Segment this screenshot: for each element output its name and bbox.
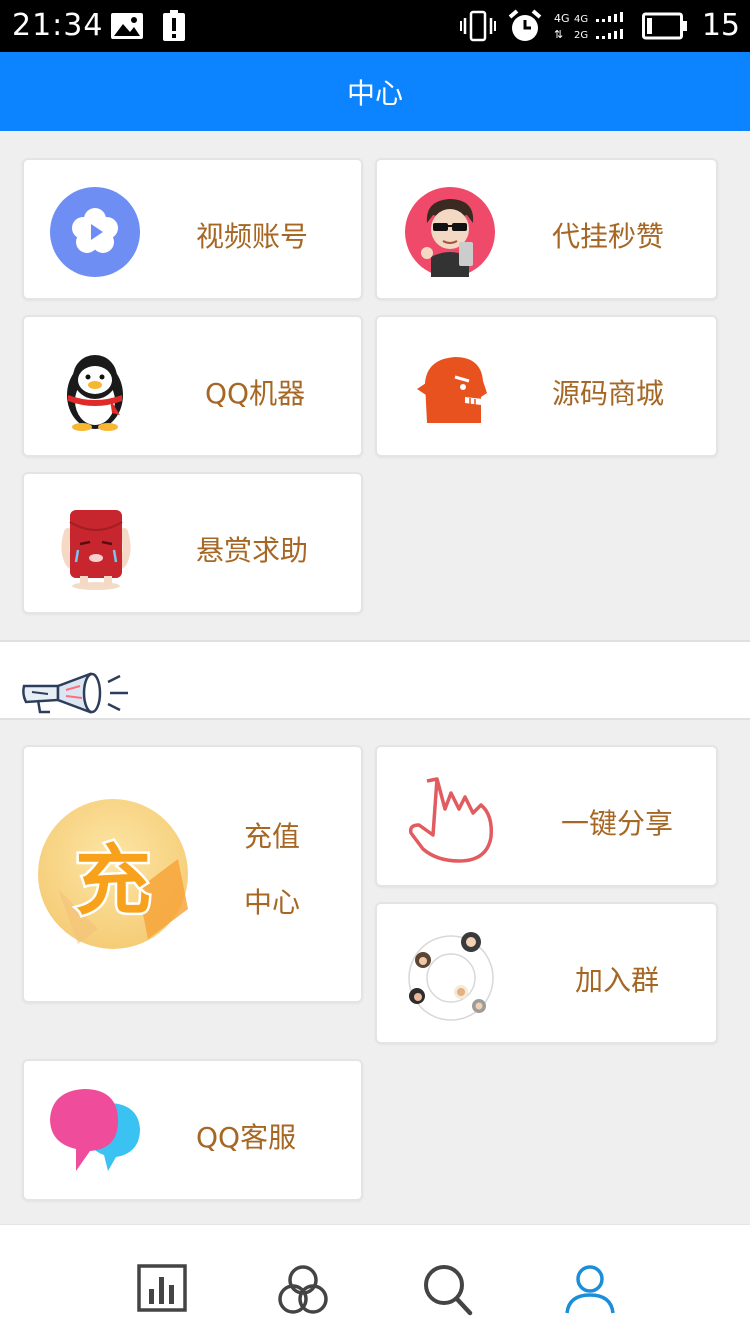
notice-bar[interactable] — [0, 640, 750, 720]
join-group-card[interactable]: 加入群 — [375, 902, 718, 1044]
red-envelope-crying-icon — [61, 510, 131, 590]
video-flower-icon — [50, 187, 140, 277]
megaphone-icon — [22, 672, 128, 714]
page-header: 中心 — [0, 52, 750, 131]
one-click-share-card[interactable]: 一键分享 — [375, 745, 718, 887]
image-notification-icon — [111, 13, 143, 39]
video-account-card[interactable]: 视频账号 — [22, 158, 363, 300]
pointing-hand-icon — [408, 777, 494, 863]
join-group-label: 加入群 — [575, 964, 660, 997]
svg-text:4G: 4G — [574, 14, 588, 25]
search-icon[interactable] — [420, 1263, 474, 1317]
one-click-share-label: 一键分享 — [561, 807, 674, 840]
cartoon-boy-avatar-icon — [405, 187, 495, 277]
recharge-label-line2: 中心 — [244, 886, 301, 919]
recharge-label-line1: 充值 — [244, 820, 301, 853]
status-time: 21:34 — [12, 8, 104, 43]
status-bar: 21:34 4G 4G 2G ⇅ 15 — [0, 0, 750, 52]
vibrate-icon — [460, 10, 496, 42]
orange-bird-icon — [417, 357, 487, 423]
battery-level: 15 — [701, 8, 740, 43]
bottom-nav — [0, 1224, 750, 1333]
video-account-label: 视频账号 — [196, 220, 309, 253]
recharge-badge-text: 充 — [75, 836, 151, 925]
qq-penguin-icon — [67, 355, 123, 431]
qq-robot-label: QQ机器 — [205, 377, 306, 410]
auto-like-label: 代挂秒赞 — [552, 220, 665, 253]
group-orbit-icon — [408, 932, 494, 1021]
alert-notification-icon — [163, 10, 185, 41]
qq-robot-card[interactable]: QQ机器 — [22, 315, 363, 457]
page-title: 中心 — [346, 76, 403, 110]
user-icon[interactable] — [563, 1263, 617, 1317]
bounty-help-label: 悬赏求助 — [196, 534, 309, 567]
battery-icon — [642, 12, 687, 40]
qq-service-label: QQ客服 — [196, 1121, 297, 1154]
svg-text:2G: 2G — [574, 30, 588, 41]
source-mall-label: 源码商城 — [552, 377, 665, 410]
source-mall-card[interactable]: 源码商城 — [375, 315, 718, 457]
bounty-help-card[interactable]: 悬赏求助 — [22, 472, 363, 614]
recharge-icon: 充 — [38, 799, 188, 949]
signal-icon: 4G 4G 2G ⇅ — [554, 12, 623, 41]
auto-like-card[interactable]: 代挂秒赞 — [375, 158, 718, 300]
qq-service-card[interactable]: QQ客服 — [22, 1059, 363, 1201]
circles-icon[interactable] — [276, 1263, 330, 1317]
bar-chart-icon[interactable] — [136, 1263, 190, 1317]
chat-bubbles-icon — [50, 1089, 140, 1171]
alarm-icon — [508, 9, 542, 41]
recharge-center-card[interactable]: 充 充值 中心 — [22, 745, 363, 1003]
svg-text:4G: 4G — [554, 12, 570, 25]
svg-text:⇅: ⇅ — [554, 28, 563, 41]
